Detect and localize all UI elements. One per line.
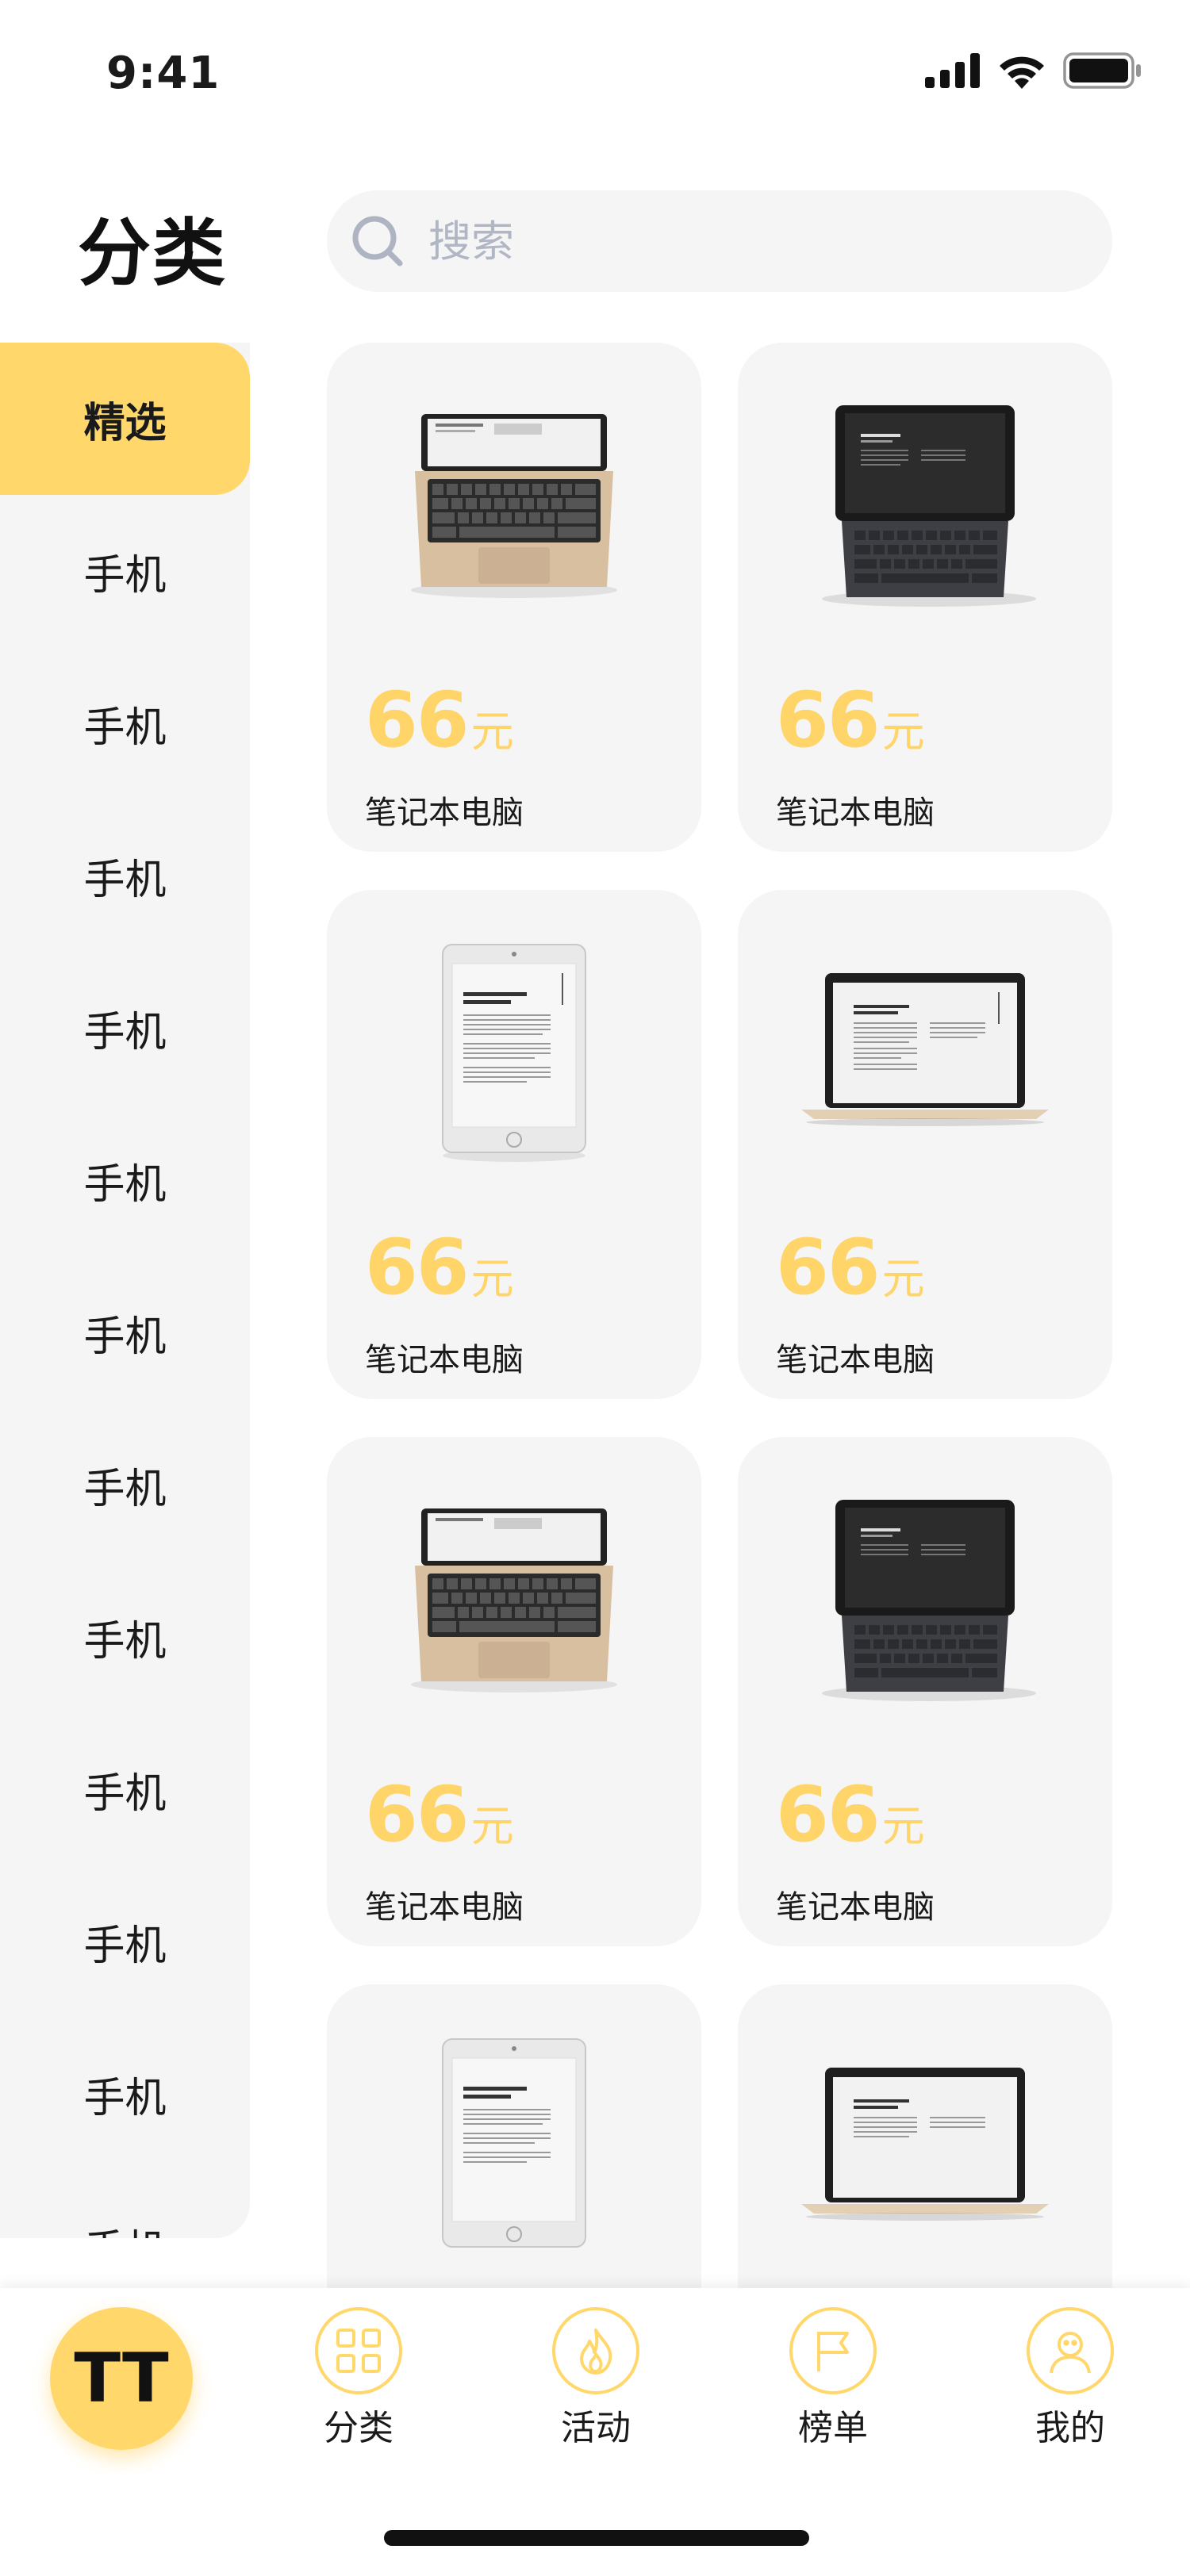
- product-price: 66 元: [365, 1223, 514, 1312]
- price-unit: 元: [470, 707, 514, 757]
- price-value: 66: [365, 1223, 470, 1312]
- tab-label: 活动: [561, 2408, 631, 2448]
- product-image-laptop: [738, 937, 1112, 1167]
- product-image-tablet-keyboard: [738, 1485, 1112, 1715]
- tab-category[interactable]: 分类: [279, 2307, 438, 2450]
- sidebar-item-phones[interactable]: 手机: [0, 799, 250, 952]
- status-icons: [925, 52, 1142, 89]
- product-price: 66 元: [776, 1223, 925, 1312]
- sidebar-item-label: 手机: [83, 1313, 167, 1361]
- sidebar-item-label: 手机: [83, 1160, 167, 1209]
- sidebar-item-label: 手机: [83, 1769, 167, 1818]
- battery-icon: [1063, 52, 1141, 89]
- product-name: 笔记本电脑: [776, 795, 935, 831]
- home-indicator: [384, 2530, 809, 2546]
- tab-activity[interactable]: 活动: [516, 2307, 675, 2450]
- product-card[interactable]: 66 元 笔记本电脑: [738, 890, 1112, 1399]
- tab-profile[interactable]: 我的: [991, 2307, 1150, 2450]
- sidebar-item-phones[interactable]: 手机: [0, 1104, 250, 1256]
- search-icon: [352, 216, 403, 266]
- price-value: 66: [776, 1223, 881, 1312]
- product-name: 笔记本电脑: [365, 1342, 524, 1378]
- sidebar-item-phones[interactable]: 手机: [0, 1713, 250, 1865]
- sidebar-item-label: 手机: [83, 551, 167, 600]
- sidebar-item-phones[interactable]: 手机: [0, 2018, 250, 2170]
- tab-label: 分类: [324, 2408, 393, 2448]
- sidebar-item-phones[interactable]: 手机: [0, 1865, 250, 2018]
- price-value: 66: [776, 1770, 881, 1859]
- product-image-laptop: [327, 1485, 701, 1715]
- product-image-tablet-keyboard: [738, 390, 1112, 620]
- sidebar-item-label: 手机: [83, 1617, 167, 1666]
- product-price: 66 元: [776, 1770, 925, 1859]
- fire-icon: [552, 2307, 639, 2394]
- sidebar-item-label: 手机: [83, 1922, 167, 1970]
- product-card[interactable]: 66 元 笔记本电脑: [738, 1437, 1112, 1946]
- sidebar-item-featured[interactable]: 精选: [0, 343, 250, 495]
- price-unit: 元: [470, 1254, 514, 1304]
- sidebar-item-label: 精选: [83, 399, 167, 447]
- status-time: 9:41: [106, 48, 221, 99]
- product-price: 66 元: [365, 1770, 514, 1859]
- product-name: 笔记本电脑: [365, 1889, 524, 1926]
- sidebar-item-label: 手机: [83, 856, 167, 904]
- product-image-laptop: [738, 2032, 1112, 2262]
- price-unit: 元: [470, 1801, 514, 1851]
- category-icon: [315, 2307, 402, 2394]
- sidebar-item-phones[interactable]: 手机: [0, 2170, 250, 2239]
- price-unit: 元: [881, 707, 925, 757]
- product-image-tablet: [327, 937, 701, 1167]
- product-card[interactable]: 66 元 笔记本电脑: [327, 1437, 701, 1946]
- sidebar-item-phones[interactable]: 手机: [0, 1256, 250, 1409]
- category-sidebar: 精选 手机 手机 手机 手机 手机 手机 手机 手机 手机 手机 手机 手机: [0, 343, 250, 2238]
- search-bar[interactable]: [327, 190, 1112, 292]
- home-logo-button[interactable]: TT: [50, 2307, 193, 2450]
- price-unit: 元: [881, 1801, 925, 1851]
- sidebar-item-label: 手机: [83, 1465, 167, 1513]
- product-image-laptop: [327, 390, 701, 620]
- product-price: 66 元: [776, 676, 925, 765]
- product-price: 66 元: [365, 676, 514, 765]
- sidebar-item-label: 手机: [83, 1008, 167, 1056]
- page-title: 分类: [78, 211, 228, 296]
- search-input[interactable]: [428, 216, 1063, 266]
- sidebar-item-phones[interactable]: 手机: [0, 647, 250, 799]
- sidebar-item-phones[interactable]: 手机: [0, 1409, 250, 1561]
- logo-label: TT: [74, 2339, 169, 2418]
- sidebar-item-phones[interactable]: 手机: [0, 495, 250, 647]
- tab-label: 我的: [1035, 2408, 1105, 2448]
- sidebar-item-label: 手机: [83, 2217, 166, 2239]
- tab-ranking[interactable]: 榜单: [754, 2307, 912, 2450]
- tab-label: 榜单: [798, 2408, 868, 2448]
- sidebar-item-label: 手机: [83, 703, 167, 752]
- sidebar-item-phones[interactable]: 手机: [0, 952, 250, 1104]
- signal-icon: [925, 53, 980, 88]
- product-name: 笔记本电脑: [776, 1342, 935, 1378]
- product-grid: 66 元 笔记本电脑 66 元 笔记本电脑 66 元 笔记本电脑 66 元 笔记…: [327, 343, 1112, 2494]
- price-value: 66: [365, 1770, 470, 1859]
- product-image-tablet: [327, 2032, 701, 2262]
- product-name: 笔记本电脑: [365, 795, 524, 831]
- profile-icon: [1027, 2307, 1114, 2394]
- sidebar-item-phones[interactable]: 手机: [0, 1561, 250, 1713]
- price-value: 66: [365, 676, 470, 765]
- price-value: 66: [776, 676, 881, 765]
- sidebar-item-label: 手机: [83, 2074, 167, 2122]
- product-card[interactable]: 66 元 笔记本电脑: [738, 343, 1112, 852]
- product-name: 笔记本电脑: [776, 1889, 935, 1926]
- product-card[interactable]: 66 元 笔记本电脑: [327, 343, 701, 852]
- status-bar: 9:41: [0, 0, 1190, 143]
- price-unit: 元: [881, 1254, 925, 1304]
- product-card[interactable]: 66 元 笔记本电脑: [327, 890, 701, 1399]
- wifi-icon: [1000, 56, 1044, 89]
- flag-icon: [789, 2307, 877, 2394]
